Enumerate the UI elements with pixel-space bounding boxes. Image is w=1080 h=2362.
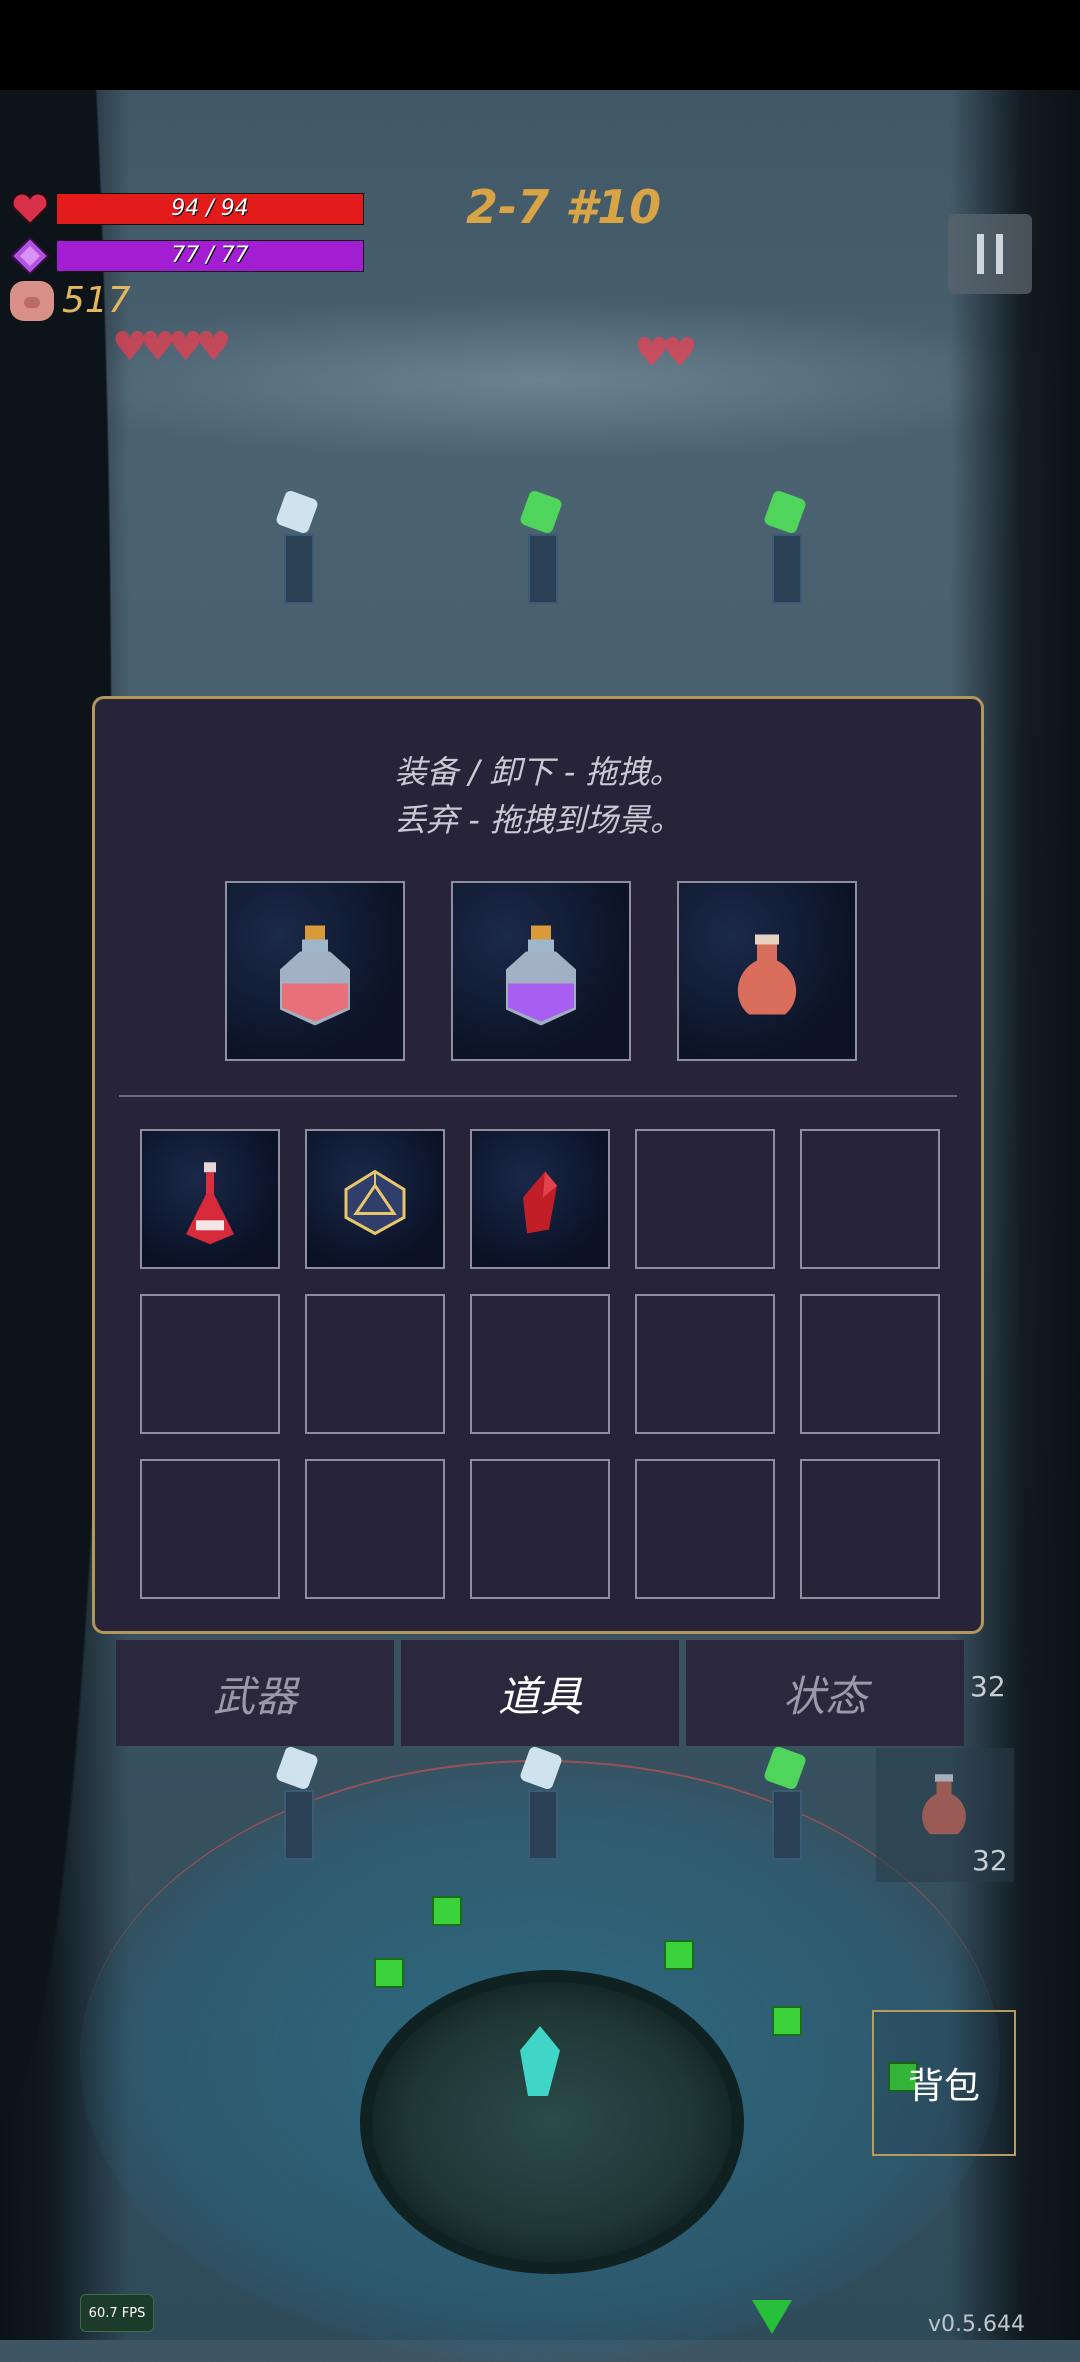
tower-nature[interactable]: [758, 1745, 812, 1860]
inventory-slot-13[interactable]: [470, 1459, 610, 1599]
tower-ice[interactable]: [514, 1745, 568, 1860]
ice-crystal-icon: [274, 489, 320, 535]
pause-icon-bar: [996, 234, 1003, 274]
pause-button[interactable]: [948, 214, 1032, 294]
mp-bar: 77 / 77: [56, 240, 364, 272]
side-item-card[interactable]: 32: [876, 1748, 1014, 1882]
equip-slot-1[interactable]: [225, 881, 405, 1061]
tower-ice[interactable]: [270, 1745, 324, 1860]
hp-bar: 94 / 94: [56, 193, 364, 225]
icosahedron-gem-icon: [344, 1169, 406, 1236]
version-label: v0.5.644: [928, 2312, 1025, 2337]
green-unit: [664, 1940, 694, 1970]
mp-text: 77 / 77: [171, 243, 249, 268]
inventory-slot-4[interactable]: [635, 1129, 775, 1269]
hint-discard: 丢弃 - 拖拽到场景。: [394, 801, 682, 839]
tower-nature[interactable]: [758, 489, 812, 604]
pause-icon-bar: [977, 234, 984, 274]
clay-vase-icon: [737, 934, 797, 1015]
inventory-slot-3[interactable]: [470, 1129, 610, 1269]
heart-icon: [11, 192, 49, 226]
equip-slot-3[interactable]: [677, 881, 857, 1061]
floating-hearts-left: ♥♥♥♥: [112, 324, 231, 370]
inventory-slot-5[interactable]: [800, 1129, 940, 1269]
inventory-slot-1[interactable]: [140, 1129, 280, 1269]
floating-hearts-right: ♥♥: [634, 330, 698, 376]
hp-text: 94 / 94: [171, 196, 249, 221]
status-bar-area: [0, 0, 1080, 90]
side-count-1: 32: [970, 1670, 1006, 1703]
tab-items[interactable]: 道具: [401, 1640, 679, 1746]
tab-status[interactable]: 状态: [686, 1640, 964, 1746]
inventory-slot-2[interactable]: [305, 1129, 445, 1269]
green-crystal-icon: [518, 489, 564, 535]
level-indicator: 2-7 #10: [466, 180, 662, 234]
coins-row: 517: [10, 280, 131, 321]
equip-slot-2[interactable]: [451, 881, 631, 1061]
inventory-slot-6[interactable]: [140, 1294, 280, 1434]
down-arrow-icon[interactable]: [752, 2300, 792, 2334]
inventory-slot-15[interactable]: [800, 1459, 940, 1599]
inventory-slot-11[interactable]: [140, 1459, 280, 1599]
inventory-slot-9[interactable]: [635, 1294, 775, 1434]
inventory-slot-14[interactable]: [635, 1459, 775, 1599]
red-flask-icon: [186, 1162, 234, 1245]
ice-crystal-icon: [274, 1745, 320, 1791]
green-unit: [374, 1958, 404, 1988]
inventory-slot-8[interactable]: [470, 1294, 610, 1434]
inventory-slot-12[interactable]: [305, 1459, 445, 1599]
piggy-bank-icon: [10, 280, 54, 321]
side-count-2: 32: [972, 1844, 1008, 1877]
panel-divider: [119, 1095, 957, 1097]
green-unit: [772, 2006, 802, 2036]
red-potion-bottle-icon: [280, 925, 350, 1026]
backpack-button[interactable]: 背包: [872, 2010, 1016, 2156]
tab-weapons[interactable]: 武器: [116, 1640, 394, 1746]
inventory-tabs: 武器 道具 状态: [116, 1640, 964, 1746]
red-crystal-icon: [523, 1171, 557, 1234]
ice-crystal-icon: [518, 1745, 564, 1791]
tower-nature[interactable]: [514, 489, 568, 604]
central-altar: [360, 1970, 744, 2274]
fps-counter: 60.7 FPS: [80, 2294, 154, 2332]
hint-equip: 装备 / 卸下 - 拖拽。: [394, 753, 682, 791]
inventory-panel: 装备 / 卸下 - 拖拽。 丢弃 - 拖拽到场景。: [92, 696, 984, 1634]
clay-vase-icon: [922, 1774, 966, 1835]
tower-ice[interactable]: [270, 489, 324, 604]
green-unit: [432, 1896, 462, 1926]
coins-count: 517: [62, 280, 131, 321]
mana-gem-icon: [10, 236, 50, 276]
hp-row: 94 / 94: [10, 192, 364, 226]
mp-row: 77 / 77: [10, 236, 364, 276]
green-crystal-icon: [762, 489, 808, 535]
inventory-slot-7[interactable]: [305, 1294, 445, 1434]
inventory-slot-10[interactable]: [800, 1294, 940, 1434]
green-crystal-icon: [762, 1745, 808, 1791]
purple-potion-bottle-icon: [506, 925, 576, 1026]
